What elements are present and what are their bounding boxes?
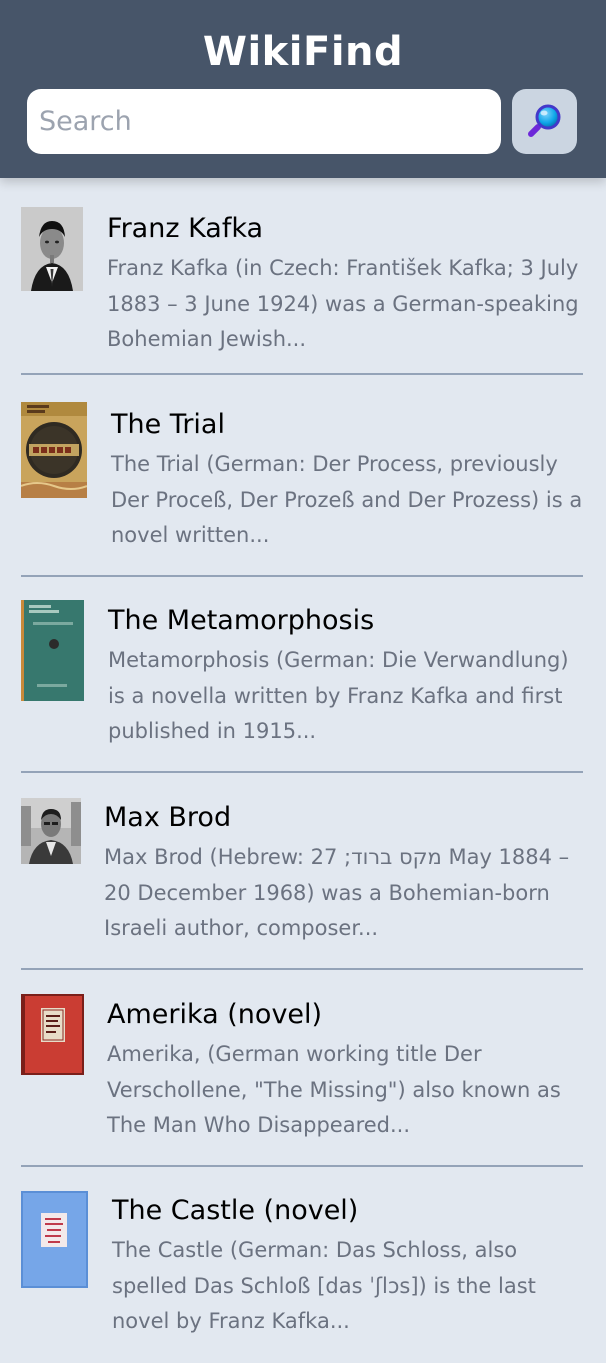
result-thumbnail bbox=[21, 994, 84, 1075]
result-thumbnail bbox=[21, 207, 83, 291]
result-item[interactable]: The Trial The Trial (German: Der Process… bbox=[21, 380, 583, 577]
result-snippet: The Trial (German: Der Process, previous… bbox=[111, 452, 583, 547]
magnifying-glass-icon bbox=[527, 103, 562, 140]
result-title[interactable]: Max Brod bbox=[104, 801, 231, 835]
app-header: WikiFind bbox=[0, 0, 606, 178]
result-thumbnail bbox=[21, 1191, 88, 1288]
result-snippet: Max Brod (Hebrew: מקס ברוד; 27 May 1884 … bbox=[104, 845, 570, 940]
result-item[interactable]: Amerika (novel) Amerika, (German working… bbox=[21, 970, 583, 1167]
result-title[interactable]: The Metamorphosis bbox=[108, 604, 374, 638]
result-snippet: Franz Kafka (in Czech: František Kafka; … bbox=[107, 256, 579, 351]
result-title[interactable]: The Castle (novel) bbox=[112, 1194, 358, 1228]
result-snippet: Metamorphosis (German: Die Verwandlung) … bbox=[108, 648, 569, 743]
result-item[interactable]: Franz Kafka Franz Kafka (in Czech: Frant… bbox=[21, 178, 583, 375]
search-button[interactable] bbox=[512, 89, 577, 154]
result-item[interactable]: The Metamorphosis Metamorphosis (German:… bbox=[21, 576, 583, 773]
app-title: WikiFind bbox=[202, 29, 404, 75]
result-title[interactable]: Amerika (novel) bbox=[107, 998, 322, 1032]
result-thumbnail bbox=[21, 600, 84, 701]
result-thumbnail bbox=[21, 798, 81, 864]
search-input[interactable] bbox=[27, 89, 501, 154]
result-item[interactable]: Max Brod Max Brod (Hebrew: מקס ברוד; 27 … bbox=[21, 773, 583, 970]
result-snippet: Amerika, (German working title Der Versc… bbox=[107, 1042, 561, 1137]
result-item[interactable]: The Castle (novel) The Castle (German: D… bbox=[21, 1166, 583, 1363]
result-thumbnail bbox=[21, 402, 87, 498]
result-title[interactable]: Franz Kafka bbox=[107, 212, 263, 246]
result-title[interactable]: The Trial bbox=[111, 408, 225, 442]
result-snippet: The Castle (German: Das Schloss, also sp… bbox=[112, 1238, 536, 1333]
